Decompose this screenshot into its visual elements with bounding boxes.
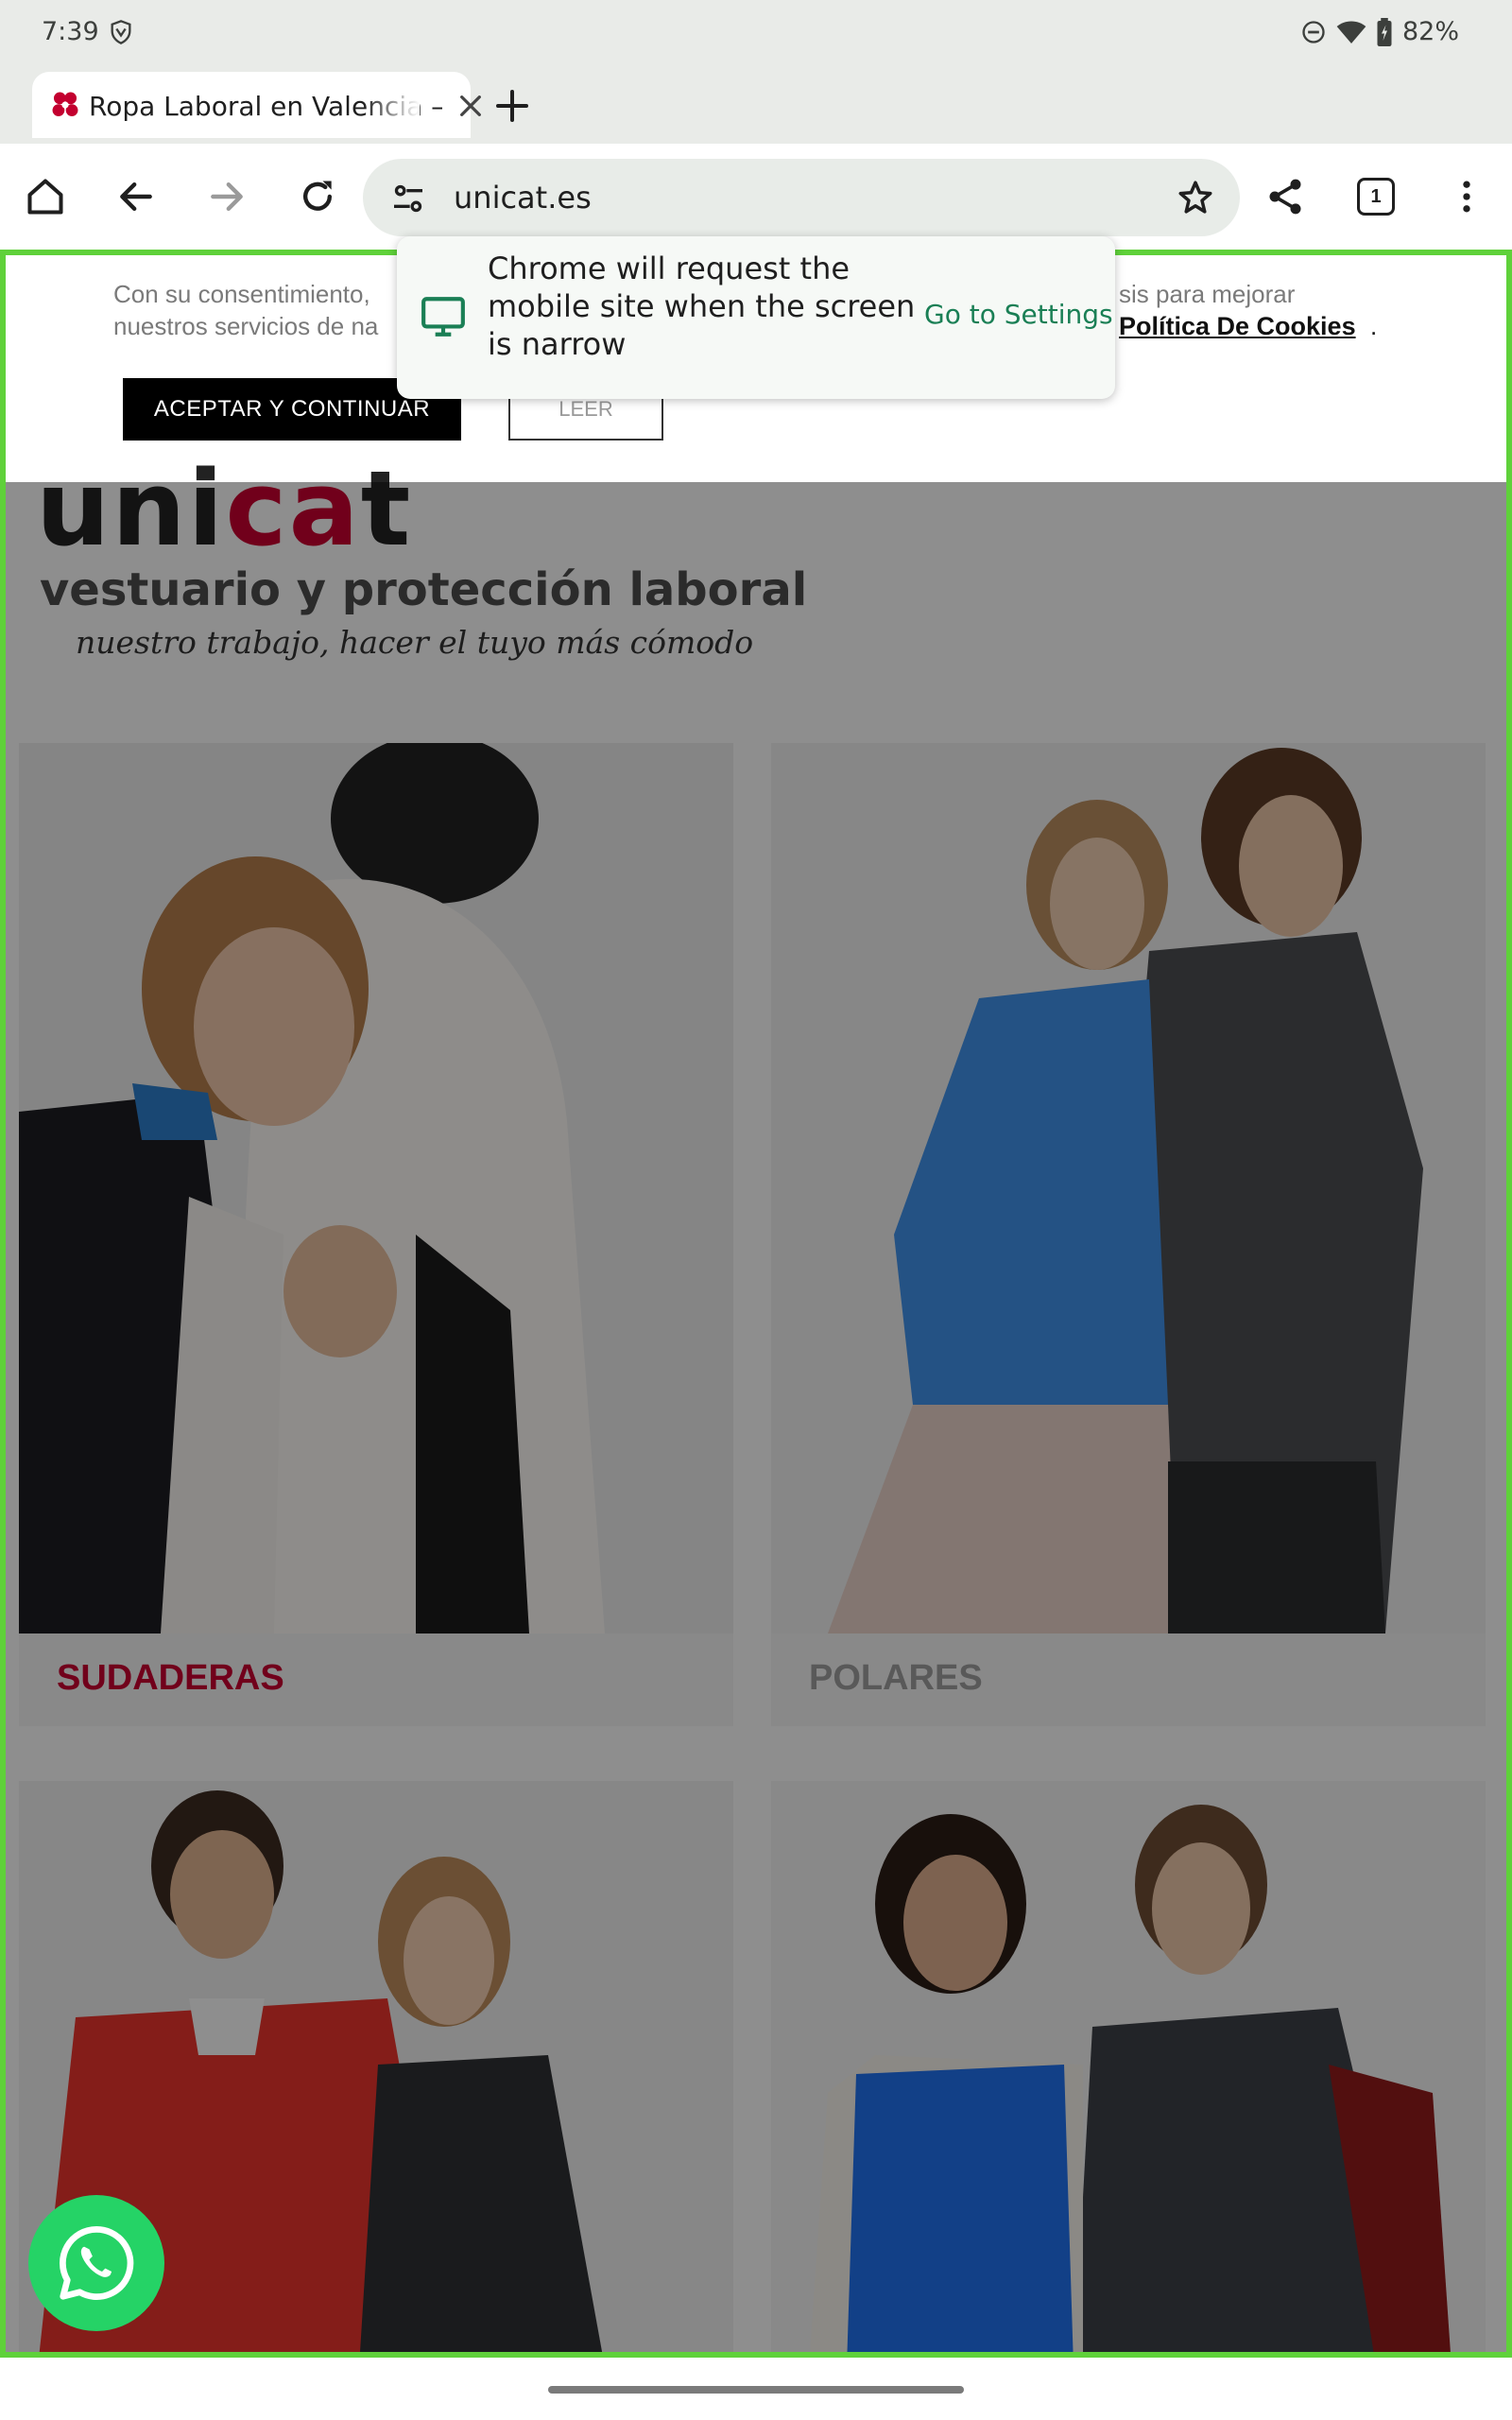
system-nav-bar bbox=[0, 2358, 1512, 2420]
cookie-policy-link[interactable]: Política De Cookies bbox=[1119, 312, 1356, 341]
share-icon[interactable] bbox=[1261, 172, 1310, 221]
tab-title-fade bbox=[363, 81, 420, 129]
omnibox[interactable]: unicat.es bbox=[363, 159, 1240, 236]
page-dim-overlay bbox=[6, 482, 1506, 2352]
url-text[interactable]: unicat.es bbox=[454, 180, 592, 216]
tab-switcher-icon[interactable]: 1 bbox=[1357, 178, 1395, 216]
cookie-link-period: . bbox=[1370, 312, 1378, 340]
forward-icon[interactable] bbox=[202, 172, 251, 221]
back-icon[interactable] bbox=[112, 172, 161, 221]
bookmark-star-icon[interactable] bbox=[1176, 178, 1215, 217]
battery-icon bbox=[1377, 17, 1392, 46]
vpn-icon bbox=[111, 20, 131, 44]
battery-percent: 82% bbox=[1401, 17, 1459, 46]
home-icon[interactable] bbox=[21, 172, 70, 221]
whatsapp-button[interactable] bbox=[28, 2195, 164, 2331]
dnd-icon bbox=[1302, 20, 1325, 43]
cookie-text-right: sis para mejorar bbox=[1119, 280, 1296, 308]
unicat-flower-icon bbox=[52, 92, 78, 117]
status-icons: 82% bbox=[1300, 17, 1459, 46]
web-content[interactable]: Con su consentimiento, nuestros servicio… bbox=[0, 250, 1512, 2358]
browser-toolbar: unicat.es 1 bbox=[0, 144, 1512, 250]
status-time: 7:39 bbox=[42, 17, 99, 46]
cookie-text-line1: Con su consentimiento, bbox=[113, 280, 370, 308]
cookie-text-line2: nuestros servicios de na bbox=[113, 312, 379, 340]
chrome-message-bubble: Chrome will request the mobile site when… bbox=[397, 236, 1115, 399]
site-settings-icon[interactable] bbox=[389, 180, 427, 217]
menu-icon[interactable] bbox=[1442, 172, 1491, 221]
message-text: Chrome will request the mobile site when… bbox=[488, 251, 916, 362]
go-to-settings-button[interactable]: Go to Settings bbox=[924, 299, 1113, 330]
desktop-icon bbox=[421, 297, 465, 337]
browser-tab[interactable]: Ropa Laboral en Valencia – bbox=[32, 72, 481, 138]
status-bar: 7:39 82% bbox=[0, 0, 1512, 68]
wifi-icon bbox=[1336, 21, 1366, 43]
whatsapp-icon bbox=[59, 2225, 134, 2300]
close-tab-icon[interactable] bbox=[455, 91, 486, 121]
reload-icon[interactable] bbox=[293, 172, 342, 221]
new-tab-icon[interactable] bbox=[493, 87, 531, 125]
gesture-handle[interactable] bbox=[548, 2386, 964, 2394]
tab-strip: Ropa Laboral en Valencia – bbox=[0, 68, 1512, 144]
